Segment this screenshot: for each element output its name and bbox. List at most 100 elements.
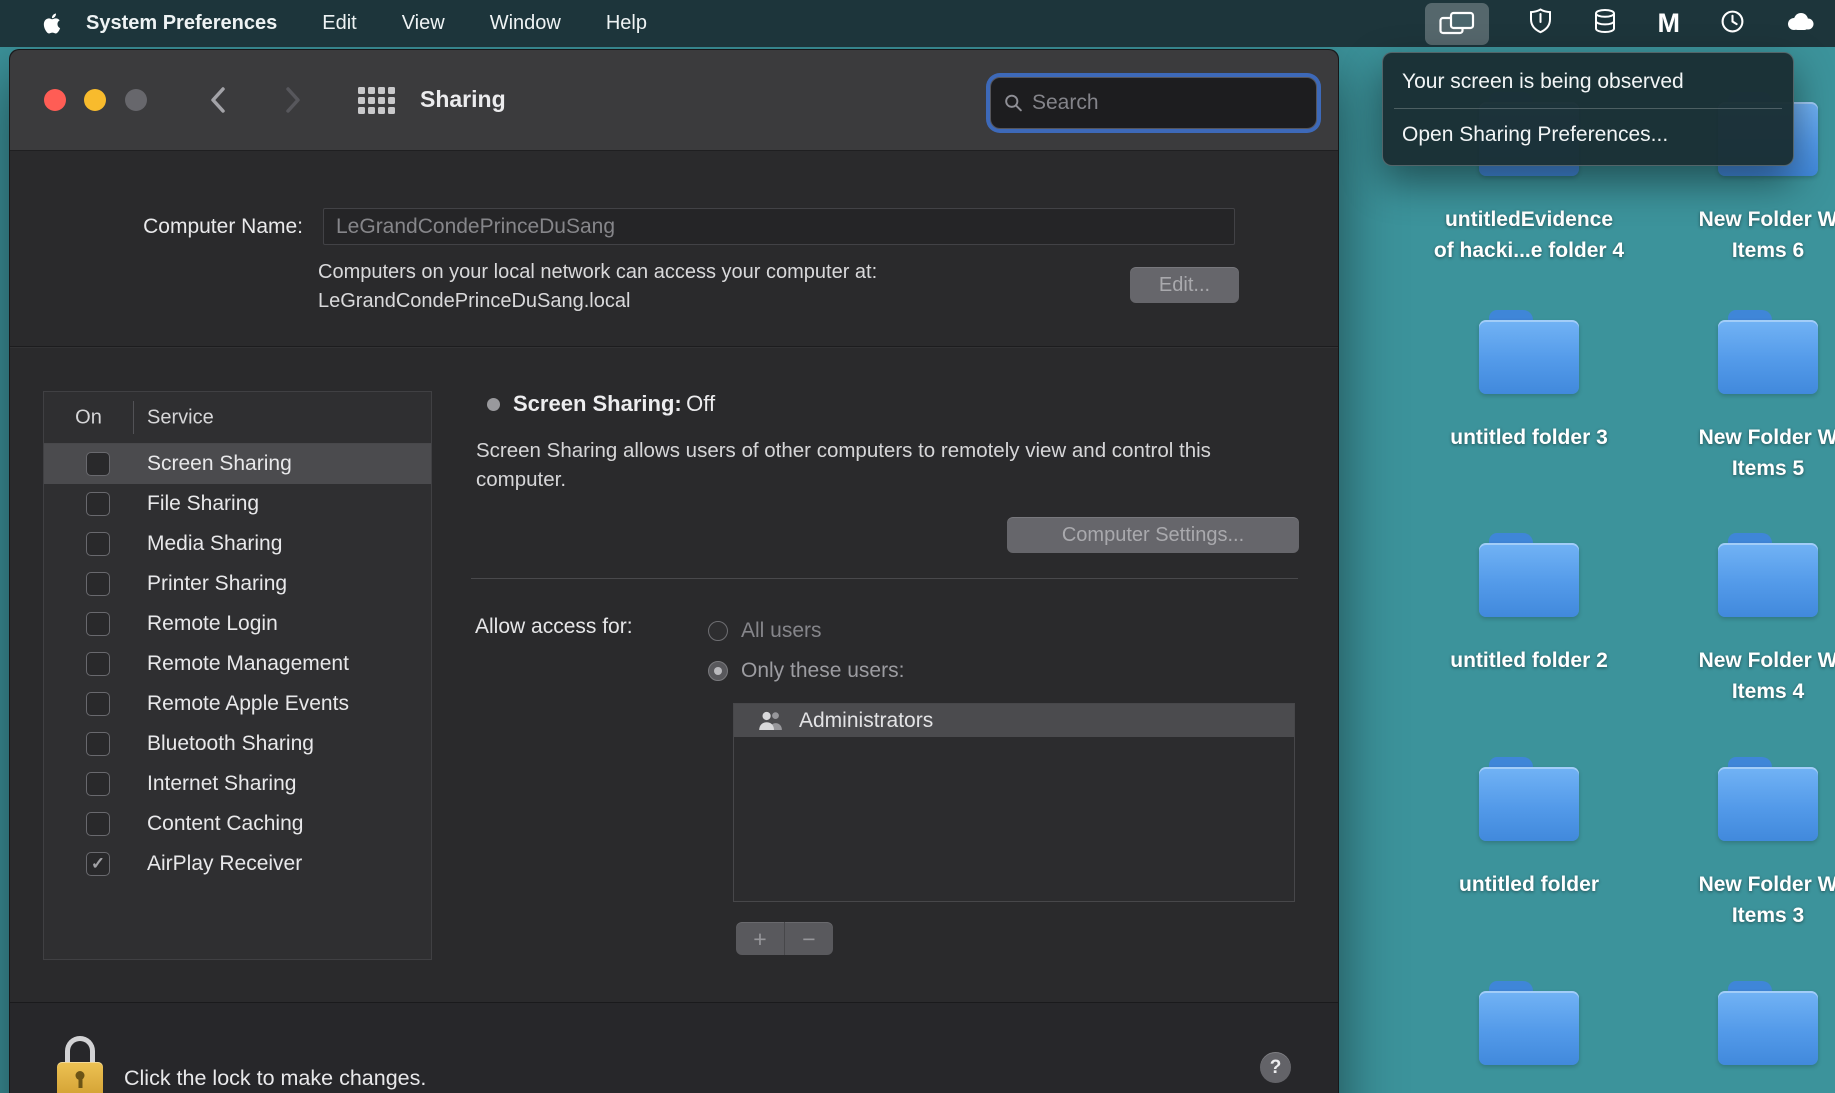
service-row[interactable]: Remote Management — [44, 644, 431, 684]
window-titlebar[interactable]: Sharing — [10, 50, 1338, 151]
folder-icon[interactable] — [1479, 310, 1579, 394]
folder-icon[interactable] — [1718, 981, 1818, 1065]
desktop-folder[interactable] — [1429, 981, 1629, 1065]
service-checkbox[interactable] — [86, 692, 110, 716]
desktop-folder[interactable]: New Folder W Items 5 — [1668, 310, 1835, 484]
desktop-folder[interactable]: untitled folder — [1429, 757, 1629, 900]
menu-help[interactable]: Help — [606, 12, 647, 35]
menu-window[interactable]: Window — [490, 12, 561, 35]
desktop-folder[interactable]: New Folder W Items 3 — [1668, 757, 1835, 931]
menu-separator — [1394, 108, 1782, 109]
folder-icon[interactable] — [1718, 533, 1818, 617]
service-label: File Sharing — [147, 492, 260, 515]
folder-label: untitled folder 3 — [1450, 426, 1608, 449]
desktop-folder[interactable]: New Folder W Items 4 — [1668, 533, 1835, 707]
folder-icon[interactable] — [1479, 981, 1579, 1065]
service-label: Bluetooth Sharing — [147, 732, 314, 755]
service-row[interactable]: Remote Login — [44, 604, 431, 644]
menu-items: Edit View Window Help — [277, 12, 647, 35]
folder-label: New Folder W Items 5 — [1698, 426, 1835, 480]
service-checkbox[interactable] — [86, 532, 110, 556]
cloud-icon[interactable] — [1785, 10, 1815, 37]
service-checkbox[interactable] — [86, 812, 110, 836]
service-rows: Screen Sharing File Sharing Media Sharing P… — [44, 444, 431, 884]
open-sharing-preferences-item[interactable]: Open Sharing Preferences... — [1383, 117, 1793, 153]
menu-app-name[interactable]: System Preferences — [86, 12, 277, 35]
screen-observed-status: Your screen is being observed — [1402, 70, 1684, 93]
desktop-folder[interactable] — [1668, 981, 1835, 1065]
menu-bar: System Preferences Edit View Window Help M — [0, 0, 1835, 47]
service-row[interactable]: AirPlay Receiver — [44, 844, 431, 884]
clock-icon[interactable] — [1720, 9, 1745, 39]
only-these-users-radio[interactable] — [708, 661, 728, 681]
apple-logo-icon[interactable] — [42, 12, 62, 35]
service-row[interactable]: Internet Sharing — [44, 764, 431, 804]
service-row[interactable]: Printer Sharing — [44, 564, 431, 604]
column-header-on: On — [75, 406, 102, 428]
service-row[interactable]: Screen Sharing — [44, 444, 431, 484]
remove-user-button[interactable]: − — [785, 922, 833, 955]
all-users-radio[interactable] — [708, 621, 728, 641]
menu-status-icons: M — [1424, 0, 1816, 47]
computer-settings-button[interactable]: Computer Settings... — [1007, 517, 1299, 553]
mail-m-icon[interactable]: M — [1658, 10, 1681, 37]
service-row[interactable]: Media Sharing — [44, 524, 431, 564]
search-input[interactable] — [1032, 91, 1303, 115]
folder-icon[interactable] — [1718, 757, 1818, 841]
screen-observed-menu: Your screen is being observed Open Shari… — [1382, 52, 1794, 166]
computer-name-label: Computer Name: — [143, 215, 303, 238]
screen-mirroring-indicator[interactable] — [1424, 2, 1489, 45]
desktop-folder[interactable]: untitled folder 2 — [1429, 533, 1629, 676]
forward-button[interactable] — [281, 85, 305, 120]
computer-name-info-line1: Computers on your local network can acce… — [318, 261, 878, 283]
menu-view[interactable]: View — [402, 12, 445, 35]
screen-sharing-description: Screen Sharing allows users of other com… — [476, 439, 1211, 491]
users-rows: Administrators — [734, 704, 1294, 737]
search-field[interactable] — [990, 77, 1317, 129]
service-row[interactable]: Content Caching — [44, 804, 431, 844]
help-button[interactable]: ? — [1260, 1052, 1291, 1083]
computer-name-info-line2: LeGrandCondePrinceDuSang.local — [318, 290, 631, 312]
service-label: Printer Sharing — [147, 572, 288, 595]
service-checkbox[interactable] — [86, 492, 110, 516]
show-all-grid-icon[interactable] — [358, 87, 395, 114]
desktop-folder[interactable]: untitled folder 3 — [1429, 310, 1629, 453]
service-checkbox[interactable] — [86, 732, 110, 756]
close-button[interactable] — [44, 89, 66, 111]
status-dot-icon — [487, 397, 500, 411]
minimize-button[interactable] — [84, 89, 106, 111]
user-row[interactable]: Administrators — [734, 704, 1294, 737]
all-users-label: All users — [741, 619, 822, 642]
folder-icon[interactable] — [1479, 757, 1579, 841]
shield-icon[interactable] — [1529, 8, 1552, 39]
service-checkbox[interactable] — [86, 612, 110, 636]
lock-icon[interactable] — [57, 1036, 103, 1093]
service-label: Remote Apple Events — [147, 692, 349, 715]
service-label: Media Sharing — [147, 532, 283, 555]
folder-icon[interactable] — [1718, 310, 1818, 394]
search-icon — [1005, 94, 1022, 112]
screen-mirroring-icon — [1438, 11, 1474, 34]
folder-icon[interactable] — [1479, 533, 1579, 617]
stack-icon[interactable] — [1592, 8, 1618, 39]
zoom-button[interactable] — [125, 89, 147, 111]
allowed-users-list[interactable]: Administrators — [733, 703, 1295, 902]
only-these-users-option[interactable]: Only these users: — [708, 659, 904, 683]
computer-name-field[interactable]: LeGrandCondePrinceDuSang — [323, 208, 1235, 245]
all-users-option[interactable]: All users — [708, 619, 822, 643]
service-row[interactable]: Bluetooth Sharing — [44, 724, 431, 764]
service-checkbox[interactable] — [86, 572, 110, 596]
folder-label: New Folder W Items 6 — [1698, 208, 1835, 262]
service-checkbox[interactable] — [86, 452, 110, 476]
service-row[interactable]: File Sharing — [44, 484, 431, 524]
menu-edit[interactable]: Edit — [322, 12, 356, 35]
only-these-users-label: Only these users: — [741, 659, 905, 682]
add-user-button[interactable]: + — [736, 922, 784, 955]
service-row[interactable]: Remote Apple Events — [44, 684, 431, 724]
service-checkbox[interactable] — [86, 652, 110, 676]
edit-button[interactable]: Edit... — [1130, 267, 1239, 303]
service-checkbox[interactable] — [86, 772, 110, 796]
services-header: On Service — [44, 392, 431, 444]
back-button[interactable] — [206, 85, 230, 120]
service-checkbox[interactable] — [86, 852, 110, 876]
